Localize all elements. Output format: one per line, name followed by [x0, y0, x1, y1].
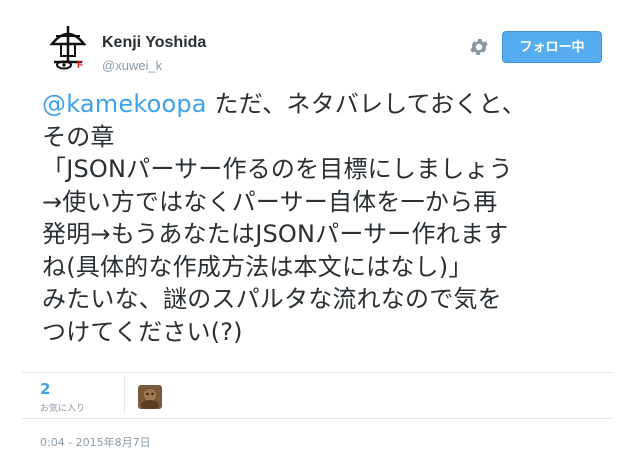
- author-name[interactable]: Kenji Yoshida: [102, 34, 206, 52]
- tweet-line-text: ただ、ネタバレしておくと、: [206, 90, 526, 118]
- user-avatar-icon: [138, 385, 162, 409]
- settings-button[interactable]: [468, 36, 490, 58]
- author-avatar[interactable]: F: [44, 22, 92, 71]
- tweet-text: @kamekoopa ただ、ネタバレしておくと、 その章 「JSONパーサー作る…: [42, 88, 612, 348]
- gear-icon: [470, 39, 488, 55]
- favorites-label: お気に入り: [40, 404, 86, 414]
- avatar-icon: F: [44, 22, 92, 71]
- author-handle[interactable]: @xuwei_k: [102, 58, 162, 73]
- favoriter-avatar[interactable]: [138, 385, 162, 409]
- tweet-timestamp[interactable]: 0:04 - 2015年8月7日: [40, 434, 151, 450]
- following-button[interactable]: フォロー中: [502, 31, 602, 63]
- tweet-line: 「JSONパーサー作るのを目標にしましょう: [42, 155, 513, 183]
- tweet-line: 発明→もうあなたはJSONパーサー作れます: [42, 220, 509, 248]
- divider: [22, 372, 612, 373]
- svg-text:F: F: [77, 60, 83, 70]
- favorites-count[interactable]: 2: [40, 380, 50, 398]
- tweet-line: ね(具体的な作成方法は本文にはなし)」: [42, 252, 473, 281]
- tweet-line: →使い方ではなくパーサー自体を一から再: [42, 187, 498, 216]
- tweet-line: その章: [42, 122, 115, 151]
- tweet-line: つけてください(?): [42, 317, 243, 346]
- tweet-line: みたいな、謎のスパルタな流れなので気を: [42, 285, 502, 313]
- mention-link[interactable]: @kamekoopa: [42, 90, 207, 118]
- stats-separator: [124, 377, 125, 413]
- tweet-line: @kamekoopa ただ、ネタバレしておくと、: [42, 88, 612, 121]
- divider: [22, 418, 612, 419]
